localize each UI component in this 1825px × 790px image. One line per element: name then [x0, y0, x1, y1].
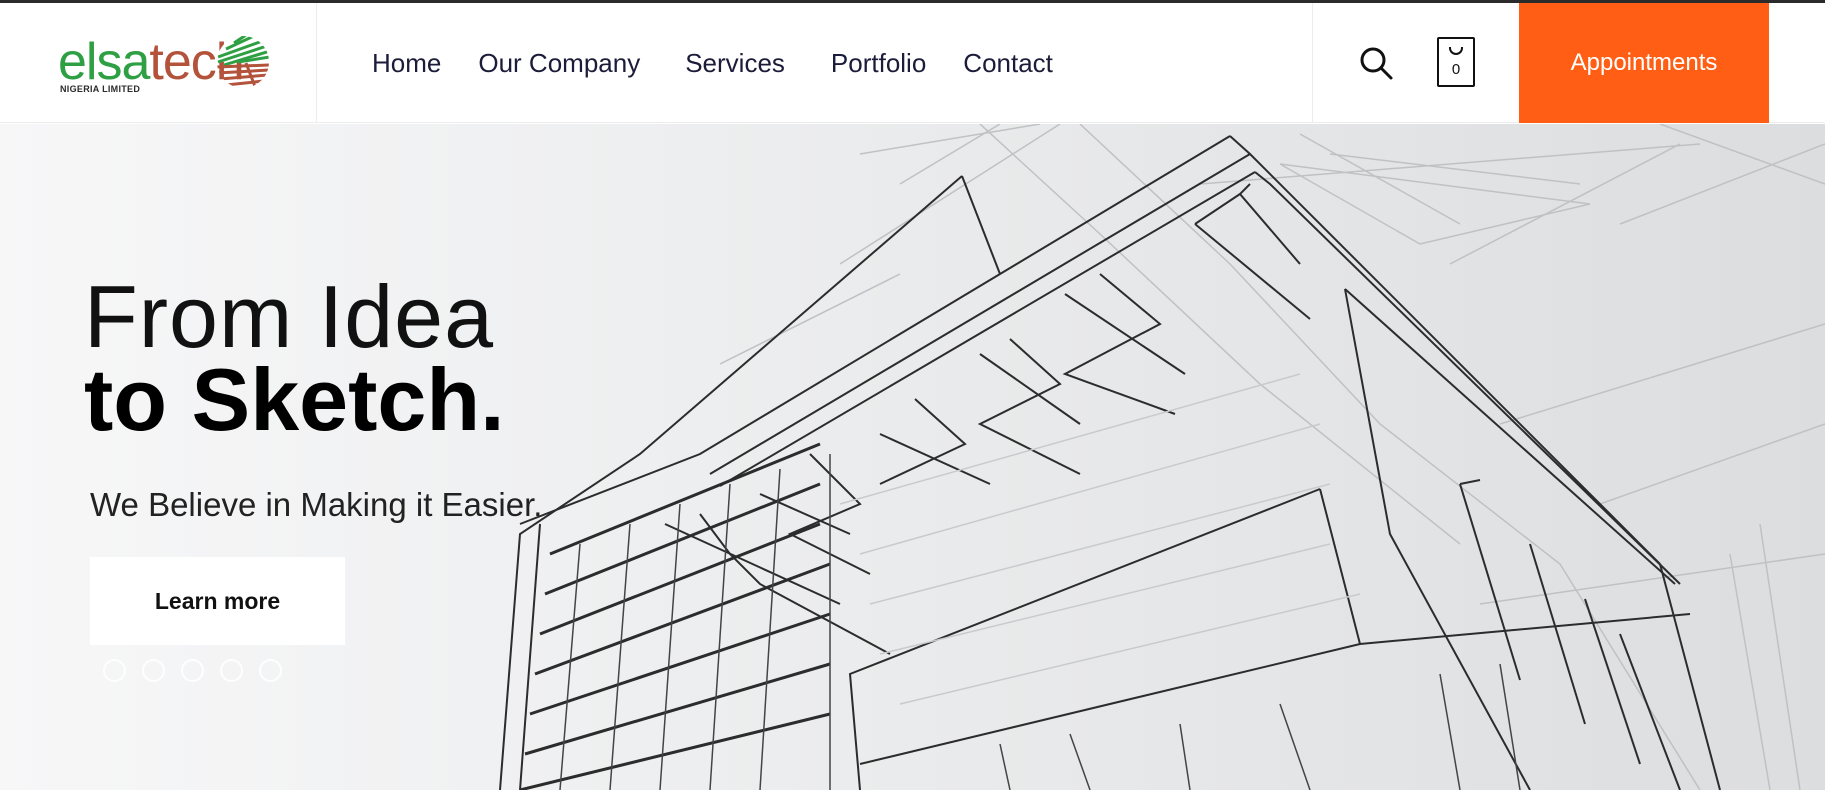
cart-button[interactable]: 0	[1437, 37, 1475, 87]
appointments-button[interactable]: Appointments	[1519, 3, 1769, 123]
hero-slider: From Idea to Sketch. We Believe in Makin…	[0, 124, 1825, 790]
slider-dot-2[interactable]	[142, 659, 165, 682]
shopping-bag-icon	[1449, 47, 1463, 55]
header-tools: 0	[1312, 3, 1519, 123]
nav-home[interactable]: Home	[372, 48, 441, 79]
main-nav: Home Our Company Services Portfolio Cont…	[372, 3, 1053, 123]
nav-portfolio[interactable]: Portfolio	[831, 48, 926, 79]
logo-subtitle: NIGERIA LIMITED	[60, 84, 141, 94]
cart-count: 0	[1451, 61, 1461, 78]
logo-cell: elsatech NIGERIA LIMITED	[0, 3, 317, 123]
site-header: elsatech NIGERIA LIMITED Home Our Compan…	[0, 3, 1825, 123]
hero-subheading: We Believe in Making it Easier.	[90, 486, 543, 523]
slider-dot-3[interactable]	[181, 659, 204, 682]
slider-pagination	[103, 659, 282, 682]
learn-more-button[interactable]: Learn more	[90, 557, 345, 645]
hero-headline-light: From Idea	[84, 267, 495, 366]
nav-services[interactable]: Services	[685, 48, 785, 79]
logo-globe-icon	[217, 36, 269, 88]
slider-dot-4[interactable]	[220, 659, 243, 682]
building-sketch-illustration	[499, 124, 1825, 790]
nav-contact[interactable]: Contact	[963, 48, 1053, 79]
site-logo[interactable]: elsatech NIGERIA LIMITED	[58, 33, 278, 95]
slider-dot-1[interactable]	[103, 659, 126, 682]
nav-our-company[interactable]: Our Company	[478, 48, 640, 79]
search-icon[interactable]	[1358, 45, 1394, 81]
logo-wordmark-part-1: elsa	[58, 33, 150, 91]
hero-headline-bold: to Sketch.	[84, 350, 505, 449]
slider-dot-5[interactable]	[259, 659, 282, 682]
